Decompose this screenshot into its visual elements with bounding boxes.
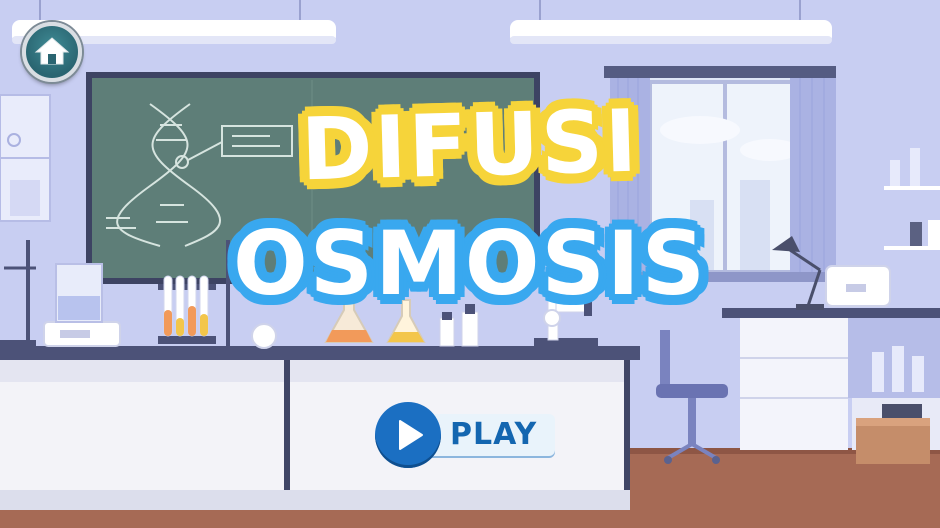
game-title-screen: DIFUSI OSMOSIS PLAY bbox=[0, 0, 940, 528]
home-button[interactable] bbox=[22, 22, 82, 82]
title-line-2: OSMOSIS bbox=[232, 212, 708, 315]
play-button[interactable]: PLAY bbox=[375, 402, 559, 468]
home-icon bbox=[34, 37, 70, 65]
play-label: PLAY bbox=[450, 417, 538, 452]
play-icon bbox=[399, 420, 423, 450]
play-circle bbox=[375, 402, 441, 468]
